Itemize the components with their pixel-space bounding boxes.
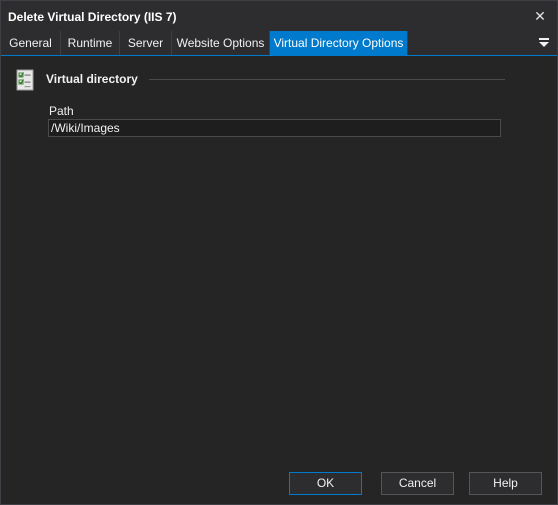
path-label: Path (49, 104, 74, 118)
section-divider (149, 79, 505, 80)
tab-general[interactable]: General (1, 31, 61, 55)
tab-server[interactable]: Server (120, 31, 172, 55)
tab-virtual-directory-options[interactable]: Virtual Directory Options (270, 31, 408, 55)
ok-button[interactable]: OK (289, 472, 362, 495)
tab-website-options[interactable]: Website Options (172, 31, 270, 55)
section-title: Virtual directory (46, 72, 138, 86)
close-icon[interactable]: ✕ (529, 5, 551, 27)
title-bar[interactable]: Delete Virtual Directory (IIS 7) ✕ (1, 1, 557, 31)
help-button[interactable]: Help (469, 472, 542, 495)
tab-bar: General Runtime Server Website Options V… (1, 31, 557, 56)
window-title: Delete Virtual Directory (IIS 7) (8, 10, 177, 24)
cancel-button[interactable]: Cancel (381, 472, 454, 495)
tab-menu-icon[interactable] (537, 35, 551, 49)
path-input[interactable] (48, 119, 501, 137)
tab-runtime[interactable]: Runtime (61, 31, 120, 55)
tab-content: Virtual directory Path (1, 56, 557, 466)
dialog-window: Delete Virtual Directory (IIS 7) ✕ Gener… (0, 0, 558, 505)
checklist-icon (16, 69, 34, 91)
button-bar: OK Cancel Help (1, 466, 557, 504)
